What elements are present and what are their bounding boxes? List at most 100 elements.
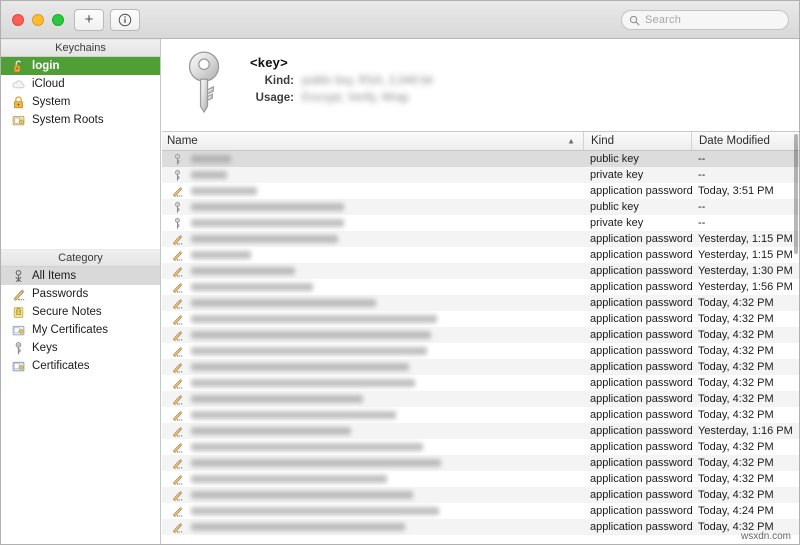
pencil-icon xyxy=(172,314,183,325)
search-field[interactable]: Search xyxy=(621,10,789,30)
table-row[interactable]: public key -- xyxy=(162,151,799,167)
key-icon xyxy=(175,153,180,165)
sidebar-item-system[interactable]: System xyxy=(1,93,160,111)
table-row[interactable]: application password Today, 4:32 PM xyxy=(162,471,799,487)
redacted-item-name xyxy=(191,523,405,531)
table-row[interactable]: application password Yesterday, 1:15 PM xyxy=(162,247,799,263)
cell-date-modified: Yesterday, 1:15 PM xyxy=(698,249,793,261)
pencil-icon xyxy=(172,426,183,437)
redacted-item-name xyxy=(191,315,437,323)
table-row[interactable]: application password Today, 4:32 PM xyxy=(162,439,799,455)
sidebar-item-secure-notes[interactable]: Secure Notes xyxy=(1,303,160,321)
pencil-icon xyxy=(172,378,183,389)
table-row[interactable]: application password Yesterday, 1:16 PM xyxy=(162,423,799,439)
sidebar-item-label: Keys xyxy=(32,342,58,354)
redacted-item-name xyxy=(191,427,351,435)
sidebar-item-certificates[interactable]: Certificates xyxy=(1,357,160,375)
table-row[interactable]: application password Today, 4:32 PM xyxy=(162,407,799,423)
table-row[interactable]: private key -- xyxy=(162,167,799,183)
redacted-item-name xyxy=(191,187,257,195)
traffic-lights xyxy=(12,13,64,26)
cell-name xyxy=(162,233,583,246)
table-header: Name ▲ Kind Date Modified xyxy=(162,132,799,151)
sidebar-item-label: System Roots xyxy=(32,114,104,126)
sidebar-item-label: Passwords xyxy=(32,288,89,300)
redacted-item-name xyxy=(191,395,363,403)
key-icon xyxy=(175,201,180,213)
cell-kind: application password xyxy=(590,297,693,309)
cell-kind: application password xyxy=(590,377,693,389)
table-row[interactable]: application password Yesterday, 1:30 PM xyxy=(162,263,799,279)
redacted-item-name xyxy=(191,507,439,515)
table-row[interactable]: application password Yesterday, 1:56 PM xyxy=(162,279,799,295)
pencil-icon xyxy=(172,330,183,341)
table-row[interactable]: public key -- xyxy=(162,199,799,215)
table-body[interactable]: public key -- private key -- application pas… xyxy=(162,151,799,544)
titlebar: + Search xyxy=(1,1,799,39)
sidebar-item-label: My Certificates xyxy=(32,324,109,336)
table-row[interactable]: application password Today, 4:32 PM xyxy=(162,359,799,375)
table-row[interactable]: application password Today, 4:32 PM xyxy=(162,487,799,503)
column-header-date-modified[interactable]: Date Modified xyxy=(691,132,799,150)
column-header-kind[interactable]: Kind xyxy=(583,132,691,150)
sidebar-item-label: System xyxy=(32,96,71,108)
cell-date-modified: Today, 4:32 PM xyxy=(698,409,774,421)
table-row[interactable]: application password Today, 4:32 PM xyxy=(162,455,799,471)
cell-name xyxy=(162,409,583,422)
cell-date-modified: Today, 4:32 PM xyxy=(698,377,774,389)
sidebar-item-icloud[interactable]: iCloud xyxy=(1,75,160,93)
sidebar-item-label: iCloud xyxy=(32,78,65,90)
keychain-access-window: + Search Keychains login iCloud System S… xyxy=(0,0,800,545)
table-row[interactable]: application password Yesterday, 1:15 PM xyxy=(162,231,799,247)
table-row[interactable]: application password Today, 3:51 PM xyxy=(162,183,799,199)
table-row[interactable]: application password Today, 4:24 PM xyxy=(162,503,799,519)
redacted-item-name xyxy=(191,219,344,227)
cell-kind: application password xyxy=(590,361,693,373)
cell-name xyxy=(162,281,583,294)
minimize-button[interactable] xyxy=(32,13,44,26)
cell-kind: application password xyxy=(590,489,693,501)
close-button[interactable] xyxy=(12,13,24,26)
cell-kind: application password xyxy=(590,265,693,277)
table-row[interactable]: application password Today, 4:32 PM xyxy=(162,295,799,311)
cell-name xyxy=(162,249,583,262)
cell-kind: application password xyxy=(590,345,693,357)
cell-name xyxy=(162,361,583,374)
cell-name xyxy=(162,169,583,182)
cell-name xyxy=(162,329,583,342)
sidebar-item-all-items[interactable]: All Items xyxy=(1,267,160,285)
watermark: wsxdn.com xyxy=(740,531,791,542)
scrollbar-thumb[interactable] xyxy=(794,134,798,254)
zoom-button[interactable] xyxy=(52,13,64,26)
table-row[interactable]: application password Today, 4:32 PM xyxy=(162,375,799,391)
cell-date-modified: Today, 4:32 PM xyxy=(698,441,774,453)
column-header-name[interactable]: Name ▲ xyxy=(162,132,583,150)
pencil-icon xyxy=(172,282,183,293)
sidebar-item-keys[interactable]: Keys xyxy=(1,339,160,357)
table-row[interactable]: application password Today, 4:32 PM xyxy=(162,311,799,327)
large-key-icon xyxy=(188,51,220,114)
table-row[interactable]: application password Today, 4:32 PM xyxy=(162,343,799,359)
column-header-kind-label: Kind xyxy=(591,135,615,147)
cell-kind: application password xyxy=(590,233,693,245)
sidebar-item-passwords[interactable]: Passwords xyxy=(1,285,160,303)
cell-name xyxy=(162,313,583,326)
cell-date-modified: Today, 4:32 PM xyxy=(698,489,774,501)
sidebar-item-login[interactable]: login xyxy=(1,57,160,75)
cell-date-modified: Today, 4:32 PM xyxy=(698,297,774,309)
sidebar-item-system-roots[interactable]: System Roots xyxy=(1,111,160,129)
table-row[interactable]: application password Today, 4:32 PM xyxy=(162,391,799,407)
vertical-scrollbar[interactable] xyxy=(793,132,799,544)
sidebar-item-my-certificates[interactable]: My Certificates xyxy=(1,321,160,339)
search-placeholder: Search xyxy=(645,14,682,26)
pencil-icon xyxy=(172,458,183,469)
table-row[interactable]: application password Today, 4:32 PM xyxy=(162,519,799,535)
add-item-button[interactable]: + xyxy=(74,8,104,31)
sidebar-item-label: All Items xyxy=(32,270,77,282)
redacted-item-name xyxy=(191,299,376,307)
key-icon xyxy=(175,217,180,229)
key-icon xyxy=(15,341,22,354)
item-info-button[interactable] xyxy=(110,8,140,31)
table-row[interactable]: private key -- xyxy=(162,215,799,231)
table-row[interactable]: application password Today, 4:32 PM xyxy=(162,327,799,343)
